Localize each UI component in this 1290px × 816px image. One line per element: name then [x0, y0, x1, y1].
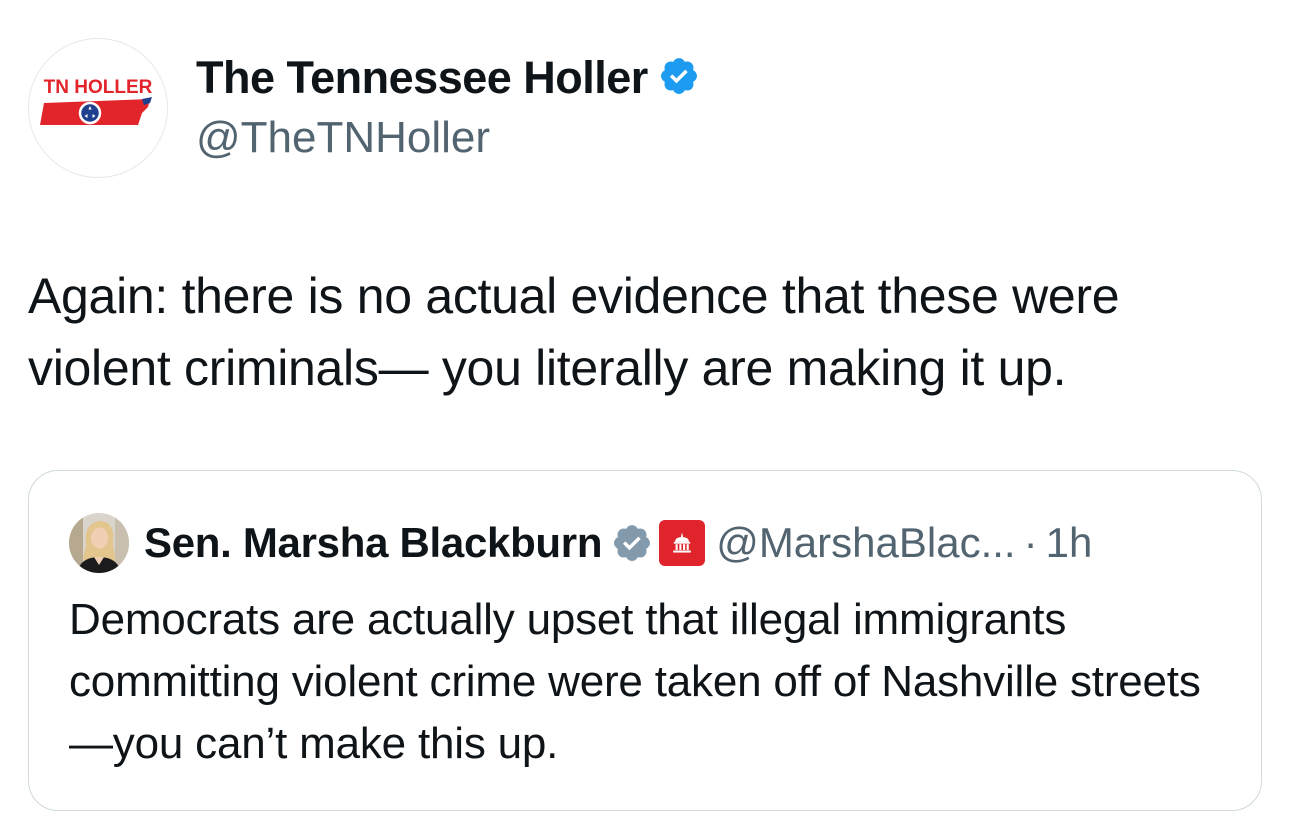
author-handle[interactable]: @TheTNHoller [196, 113, 490, 163]
author-avatar[interactable]: TN HOLLER [28, 38, 168, 178]
gray-verified-badge-icon[interactable] [611, 522, 653, 564]
tweet-text: Again: there is no actual evidence that … [28, 268, 1120, 396]
separator-dot: · [1023, 519, 1038, 566]
author-name-row: The Tennessee Holler [196, 52, 700, 104]
quoted-tweet-header: Sen. Marsha Blackburn @MarshaBlac... · 1… [69, 513, 1092, 573]
quoted-author-name[interactable]: Sen. Marsha Blackburn [144, 519, 602, 567]
government-building-icon[interactable] [659, 520, 706, 566]
author-display-name[interactable]: The Tennessee Holler [196, 52, 648, 104]
quoted-tweet-card[interactable]: Sen. Marsha Blackburn @MarshaBlac... · 1… [28, 470, 1262, 811]
logo-text: TN HOLLER [44, 77, 153, 98]
verified-badge-icon[interactable] [658, 55, 700, 102]
quoted-author-handle[interactable]: @MarshaBlac... [716, 519, 1015, 567]
tn-holler-logo: TN HOLLER [40, 77, 153, 125]
quoted-author-avatar[interactable] [69, 513, 129, 573]
quoted-tweet-timestamp[interactable]: 1h [1046, 519, 1093, 567]
quoted-tweet-text: Democrats are actually upset that illega… [69, 595, 1201, 768]
